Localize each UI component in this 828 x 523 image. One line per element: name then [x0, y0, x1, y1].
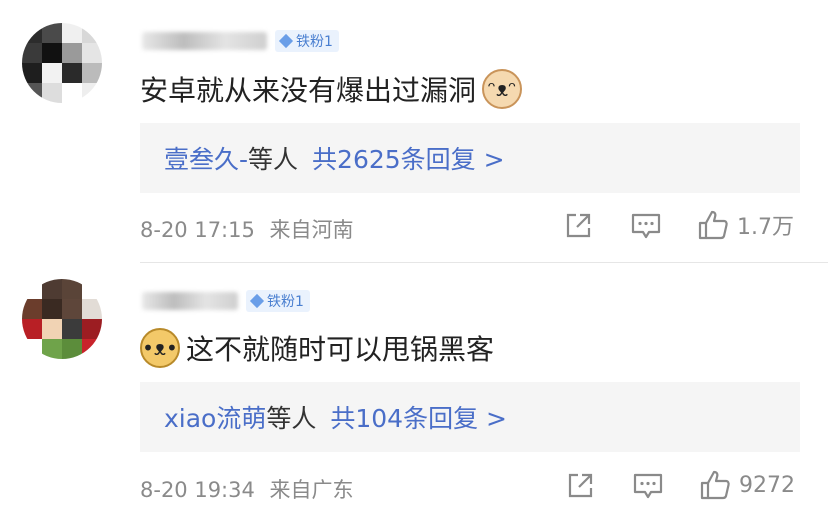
comment-button[interactable]: [630, 211, 662, 241]
thumbs-up-icon: [698, 210, 728, 240]
like-count: 1.7万: [737, 215, 794, 240]
fan-badge-label: 铁粉1: [296, 34, 333, 50]
timestamp: 8-20 19:34: [140, 478, 255, 502]
comment-meta: 8-20 17:15 来自河南: [140, 214, 354, 244]
divider: [140, 262, 828, 263]
fan-badge-label: 铁粉1: [267, 294, 304, 310]
doge-emoji-icon: •ᴥ•: [140, 328, 180, 368]
comment-text-content: 安卓就从来没有爆出过漏洞: [140, 74, 477, 107]
reply-count-link[interactable]: 共2625条回复 >: [312, 140, 505, 176]
username[interactable]: 铁粉1: [142, 28, 339, 54]
comment-text: •ᴥ• 这不就随时可以甩锅黑客: [140, 328, 494, 368]
diamond-icon: [249, 293, 265, 309]
comment-meta: 8-20 19:34 来自广东: [140, 474, 354, 504]
username[interactable]: 铁粉1: [142, 288, 310, 314]
cat-emoji-icon: ᵔᴥᵔ: [482, 69, 523, 109]
reply-suffix: 等人: [266, 404, 317, 433]
share-icon: [568, 473, 593, 498]
avatar[interactable]: [22, 23, 102, 103]
share-button[interactable]: [563, 211, 593, 241]
reply-suffix: 等人: [248, 145, 299, 174]
fan-badge[interactable]: 铁粉1: [246, 290, 310, 312]
comment-button[interactable]: [632, 471, 664, 501]
reply-names[interactable]: 壹叁久-: [164, 140, 248, 176]
comment-text: 安卓就从来没有爆出过漏洞 ᵔᴥᵔ: [140, 69, 523, 109]
fan-badge[interactable]: 铁粉1: [275, 30, 339, 52]
comment-icon: [631, 213, 661, 239]
share-button[interactable]: [565, 471, 595, 501]
share-icon: [566, 213, 591, 238]
location: 来自广东: [269, 478, 354, 502]
username-text: [142, 292, 238, 310]
username-text: [142, 32, 267, 50]
thumbs-up-icon: [700, 470, 730, 500]
reply-count-link[interactable]: 共104条回复 >: [330, 399, 507, 435]
avatar[interactable]: [22, 279, 102, 359]
replies-preview[interactable]: 壹叁久- 等人 共2625条回复 >: [140, 123, 800, 193]
comment-text-content: 这不就随时可以甩锅黑客: [186, 333, 495, 366]
replies-preview[interactable]: xiao流萌 等人 共104条回复 >: [140, 382, 800, 452]
timestamp: 8-20 17:15: [140, 218, 255, 242]
comment-icon: [633, 473, 663, 499]
diamond-icon: [278, 33, 294, 49]
like-count: 9272: [739, 472, 795, 498]
like-button[interactable]: 9272: [699, 469, 795, 501]
reply-names[interactable]: xiao流萌: [164, 399, 266, 435]
like-button[interactable]: 1.7万: [697, 209, 794, 241]
location: 来自河南: [269, 218, 354, 242]
